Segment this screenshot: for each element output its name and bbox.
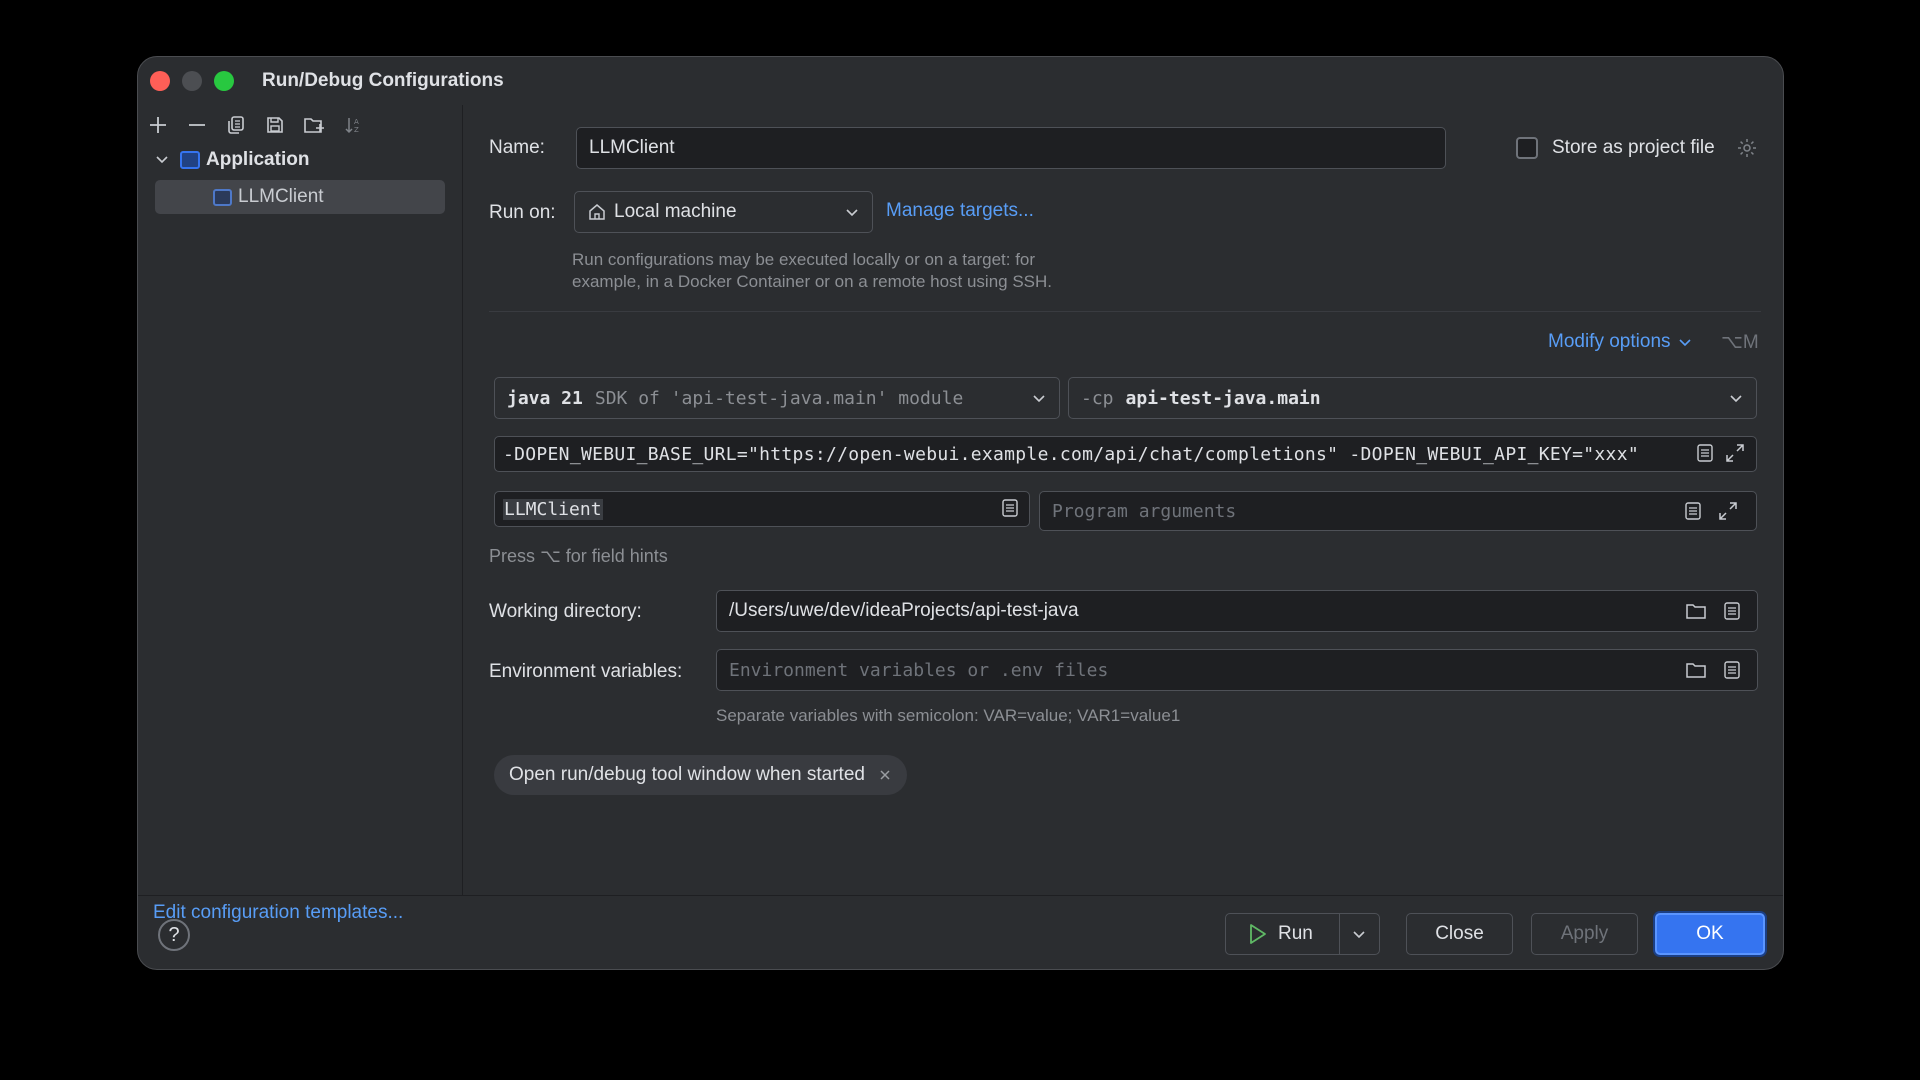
name-value: LLMClient — [589, 137, 675, 158]
run-on-value: Local machine — [614, 201, 737, 222]
environment-variables-hint: Separate variables with semicolon: VAR=v… — [716, 706, 1181, 725]
sort-configurations-button[interactable]: AZ — [337, 110, 368, 141]
working-directory-label: Working directory: — [489, 601, 642, 622]
jdk-dropdown[interactable]: java 21 SDK of 'api-test-java.main' modu… — [494, 377, 1060, 419]
store-as-project-file-checkbox[interactable] — [1516, 137, 1538, 159]
save-icon — [266, 117, 283, 133]
gear-icon[interactable] — [1736, 137, 1758, 159]
new-folder-button[interactable] — [298, 110, 329, 141]
sidebar-toolbar: AZ — [142, 105, 368, 145]
home-icon — [589, 204, 605, 220]
modify-options-shortcut: ⌥M — [1721, 332, 1759, 353]
manage-targets-link[interactable]: Manage targets... — [886, 200, 1034, 222]
environment-variables-label: Environment variables: — [489, 661, 683, 682]
classpath-prefix: -cp — [1081, 387, 1114, 409]
document-icon[interactable] — [1723, 601, 1741, 621]
document-icon[interactable] — [1001, 498, 1019, 518]
folder-icon[interactable] — [1685, 601, 1707, 621]
svg-text:Z: Z — [354, 126, 359, 134]
environment-variables-placeholder: Environment variables or .env files — [729, 659, 1109, 681]
working-directory-value: /Users/uwe/dev/ideaProjects/api-test-jav… — [729, 600, 1079, 621]
copy-icon — [227, 116, 244, 134]
add-configuration-button[interactable] — [142, 110, 173, 141]
name-label: Name: — [489, 137, 545, 158]
help-label: ? — [168, 923, 180, 946]
ok-button[interactable]: OK — [1655, 913, 1765, 955]
copy-configuration-button[interactable] — [220, 110, 251, 141]
tree-group-label: Application — [206, 149, 310, 170]
application-config-icon — [180, 151, 200, 169]
close-button[interactable]: Close — [1406, 913, 1513, 955]
chevron-down-icon — [1730, 395, 1742, 403]
run-on-hint-line1: Run configurations may be executed local… — [572, 250, 1036, 269]
expand-icon[interactable] — [1718, 501, 1738, 521]
play-icon — [1250, 924, 1266, 944]
sort-icon: AZ — [344, 118, 359, 134]
classpath-dropdown[interactable]: -cp api-test-java.main — [1068, 377, 1757, 419]
open-tool-window-option-chip[interactable]: Open run/debug tool window when started — [494, 755, 907, 795]
help-button[interactable]: ? — [158, 919, 190, 951]
new-folder-icon — [303, 118, 324, 133]
close-window-button[interactable] — [150, 71, 170, 91]
dialog-title: Run/Debug Configurations — [262, 70, 504, 91]
chip-label: Open run/debug tool window when started — [509, 764, 865, 785]
program-arguments-placeholder: Program arguments — [1052, 500, 1237, 522]
run-on-hint-line2: example, in a Docker Container or on a r… — [572, 272, 1053, 291]
configurations-sidebar: AZ Application LLMClient Edit configurat… — [138, 105, 463, 923]
jdk-value: java 21 — [507, 387, 583, 409]
svg-text:A: A — [354, 118, 359, 126]
name-field[interactable]: LLMClient — [576, 127, 1446, 169]
vm-options-field[interactable]: -DOPEN_WEBUI_BASE_URL="https://open-webu… — [494, 436, 1757, 472]
run-on-label: Run on: — [489, 202, 556, 223]
jdk-detail: SDK of 'api-test-java.main' module — [594, 387, 964, 409]
chevron-down-icon — [846, 209, 858, 217]
apply-label: Apply — [1560, 923, 1609, 944]
remove-icon — [188, 124, 205, 126]
chevron-down-icon — [1033, 395, 1045, 403]
document-icon[interactable] — [1684, 501, 1702, 521]
document-icon[interactable] — [1723, 660, 1741, 680]
close-icon[interactable] — [876, 766, 894, 784]
main-class-value: LLMClient — [503, 498, 603, 520]
section-divider — [489, 311, 1761, 312]
modify-options-label: Modify options — [1548, 331, 1671, 352]
footer-divider — [138, 895, 1783, 896]
main-class-field[interactable]: LLMClient — [494, 491, 1030, 527]
run-debug-dialog: Run/Debug Configurations AZ Application … — [137, 56, 1784, 970]
save-configuration-button[interactable] — [259, 110, 290, 141]
application-config-icon — [213, 188, 232, 206]
chevron-down-icon[interactable] — [152, 150, 172, 170]
program-arguments-field[interactable]: Program arguments — [1039, 491, 1757, 531]
ok-label: OK — [1696, 923, 1724, 944]
working-directory-field[interactable]: /Users/uwe/dev/ideaProjects/api-test-jav… — [716, 590, 1758, 632]
expand-icon[interactable] — [1725, 443, 1745, 463]
document-icon[interactable] — [1696, 443, 1714, 463]
tree-group-application[interactable]: Application — [152, 143, 309, 177]
zoom-window-button[interactable] — [214, 71, 234, 91]
edit-configuration-templates-link[interactable]: Edit configuration templates... — [153, 902, 403, 924]
run-button[interactable]: Run — [1225, 913, 1380, 955]
field-hints-text: Press ⌥ for field hints — [489, 546, 668, 566]
close-label: Close — [1435, 923, 1484, 944]
store-as-project-file-label: Store as project file — [1552, 137, 1715, 158]
tree-item-label: LLMClient — [238, 186, 324, 207]
tree-item-llmclient[interactable]: LLMClient — [155, 180, 445, 214]
modify-options-link[interactable]: Modify options — [1548, 331, 1693, 353]
add-icon — [149, 117, 166, 133]
chevron-down-icon — [1678, 339, 1691, 347]
folder-icon[interactable] — [1685, 660, 1707, 680]
title-bar: Run/Debug Configurations — [138, 57, 1783, 105]
remove-configuration-button[interactable] — [181, 110, 212, 141]
minimize-window-button[interactable] — [182, 71, 202, 91]
vm-options-value: -DOPEN_WEBUI_BASE_URL="https://open-webu… — [503, 443, 1639, 465]
apply-button[interactable]: Apply — [1531, 913, 1638, 955]
chevron-down-icon[interactable] — [1351, 926, 1367, 942]
environment-variables-field[interactable]: Environment variables or .env files — [716, 649, 1758, 691]
classpath-value: api-test-java.main — [1125, 387, 1321, 409]
run-on-dropdown[interactable]: Local machine — [574, 191, 873, 233]
run-label: Run — [1278, 923, 1313, 944]
